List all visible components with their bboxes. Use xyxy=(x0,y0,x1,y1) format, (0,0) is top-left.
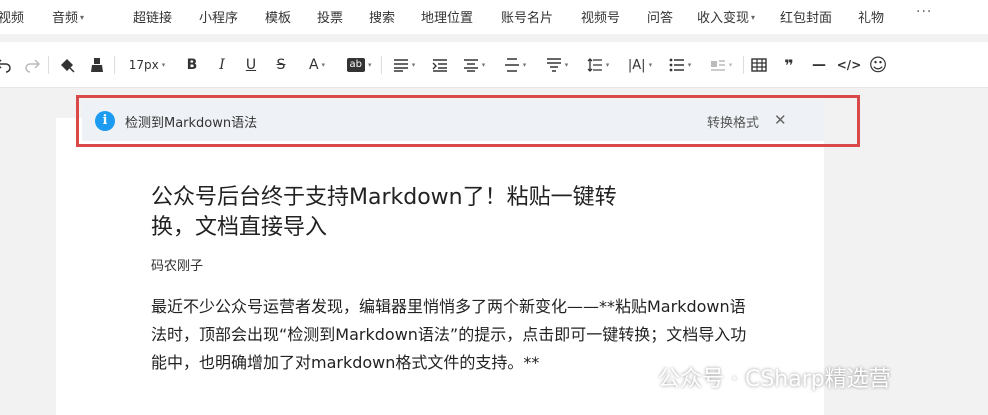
vertical-align-select[interactable]: ▾ xyxy=(500,55,530,75)
menu-item-label: 视频 xyxy=(0,11,25,26)
article-title[interactable]: 公众号后台终于支持Markdown了！粘贴一键转换，文档直接导入 xyxy=(151,183,631,243)
paragraph-spacing-icon xyxy=(546,58,561,72)
menu-item-label: 问答 xyxy=(647,11,674,26)
letter-spacing-icon: |A| xyxy=(627,57,646,73)
line-height-icon xyxy=(587,58,602,72)
menu-item-label: 红包封面 xyxy=(780,11,833,26)
redo-icon[interactable] xyxy=(22,55,42,75)
menu-item-label: 投票 xyxy=(317,11,344,26)
undo-icon[interactable] xyxy=(0,55,14,75)
menu-item-label: 地理位置 xyxy=(421,11,474,26)
clear-format-icon[interactable] xyxy=(57,55,77,75)
menu-item-location[interactable]: 地理位置 xyxy=(421,7,473,26)
menu-item-audio[interactable]: 音频 ▾ xyxy=(52,7,84,26)
menu-item-monetize[interactable]: 收入变现 ▾ xyxy=(697,7,755,26)
chevron-down-icon: ▾ xyxy=(751,13,756,22)
float-select[interactable]: ▾ xyxy=(706,55,736,75)
chevron-down-icon: ▾ xyxy=(605,61,610,69)
menu-item-label: 小程序 xyxy=(199,11,239,26)
menu-item-search[interactable]: 搜索 xyxy=(369,7,395,26)
menu-item-hyperlink[interactable]: 超链接 xyxy=(133,7,172,26)
chevron-down-icon: ▾ xyxy=(321,61,326,69)
menu-item-label: 账号名片 xyxy=(501,11,554,26)
menu-item-label: 视频号 xyxy=(581,11,621,26)
float-icon xyxy=(710,60,725,71)
menu-item-label: 模板 xyxy=(265,11,292,26)
more-icon[interactable]: ··· xyxy=(916,4,932,20)
align-center-icon xyxy=(463,59,478,72)
underline-button[interactable]: U xyxy=(242,55,260,75)
align-left-icon xyxy=(393,59,408,72)
menu-item-red-packet-cover[interactable]: 红包封面 xyxy=(780,7,832,26)
strikethrough-button[interactable]: S xyxy=(272,55,290,75)
menu-item-label: 收入变现 xyxy=(697,11,750,26)
format-painter-icon[interactable] xyxy=(87,55,107,75)
bold-button[interactable]: B xyxy=(183,55,201,75)
toolbar-divider xyxy=(381,56,382,74)
paragraph-spacing-select[interactable]: ▾ xyxy=(542,55,572,75)
wechat-icon xyxy=(616,363,649,390)
background-color-select[interactable]: ab ▾ xyxy=(343,55,375,75)
menu-item-account-card[interactable]: 账号名片 xyxy=(501,7,553,26)
font-size-value: 17px xyxy=(128,58,159,72)
center-align-select[interactable]: ▾ xyxy=(459,55,489,75)
chevron-down-icon: ▾ xyxy=(728,61,733,69)
chevron-down-icon: ▾ xyxy=(411,61,416,69)
menu-item-label: 音频 xyxy=(52,11,79,26)
align-select[interactable]: ▾ xyxy=(390,55,418,75)
chevron-down-icon: ▾ xyxy=(367,61,372,69)
menu-item-label: 礼物 xyxy=(858,11,885,26)
menu-item-channels[interactable]: 视频号 xyxy=(581,7,620,26)
bulleted-list-icon xyxy=(669,58,684,72)
list-select[interactable]: ▾ xyxy=(665,55,695,75)
background-color-icon: ab xyxy=(346,58,365,72)
quote-icon[interactable]: ❞ xyxy=(780,55,798,75)
insert-menubar: 视频 音频 ▾ 超链接 小程序 模板 投票 搜索 地理位置 账号名片 视频号 问答… xyxy=(0,0,988,34)
format-toolbar: 17px ▾ B I U S A ▾ ab ▾ ▾ ▾ ▾ ▾ ▾ |A| ▾ ▾ ▾ … xyxy=(0,42,988,88)
font-color-icon: A xyxy=(308,57,319,73)
menu-item-label: 超链接 xyxy=(133,11,173,26)
table-icon[interactable] xyxy=(750,55,768,75)
menu-item-template[interactable]: 模板 xyxy=(265,7,291,26)
menu-item-qa[interactable]: 问答 xyxy=(647,7,673,26)
toolbar-divider xyxy=(48,56,49,74)
line-height-select[interactable]: ▾ xyxy=(583,55,613,75)
toolbar-divider xyxy=(114,56,115,74)
font-color-select[interactable]: A ▾ xyxy=(302,55,332,75)
chevron-down-icon: ▾ xyxy=(522,61,527,69)
letter-spacing-select[interactable]: |A| ▾ xyxy=(624,55,656,75)
watermark-text: 公众号 · CSharp精选营 xyxy=(658,367,891,392)
font-size-select[interactable]: 17px ▾ xyxy=(124,55,170,75)
emoji-icon[interactable]: ☺ xyxy=(868,55,888,76)
menu-item-gift[interactable]: 礼物 xyxy=(858,7,884,26)
chevron-down-icon: ▾ xyxy=(80,13,85,22)
article-author[interactable]: 码农刚子 xyxy=(151,255,203,274)
italic-button[interactable]: I xyxy=(213,55,231,75)
horizontal-rule-icon[interactable]: — xyxy=(809,55,829,75)
chevron-down-icon: ▾ xyxy=(648,61,653,69)
chevron-down-icon: ▾ xyxy=(687,61,692,69)
chevron-down-icon: ▾ xyxy=(564,61,569,69)
menu-item-vote[interactable]: 投票 xyxy=(317,7,343,26)
chevron-down-icon: ▾ xyxy=(481,61,486,69)
indent-icon[interactable] xyxy=(430,55,450,75)
highlight-frame xyxy=(76,95,860,147)
menu-item-miniprogram[interactable]: 小程序 xyxy=(199,7,238,26)
toolbar-divider xyxy=(743,56,744,74)
code-icon[interactable]: </> xyxy=(837,55,862,75)
menu-item-label: 搜索 xyxy=(369,11,396,26)
vertical-align-icon xyxy=(504,58,519,72)
menu-item-video[interactable]: 视频 xyxy=(0,7,24,26)
watermark: 公众号 · CSharp精选营 xyxy=(616,360,891,394)
chevron-down-icon: ▾ xyxy=(161,61,166,69)
